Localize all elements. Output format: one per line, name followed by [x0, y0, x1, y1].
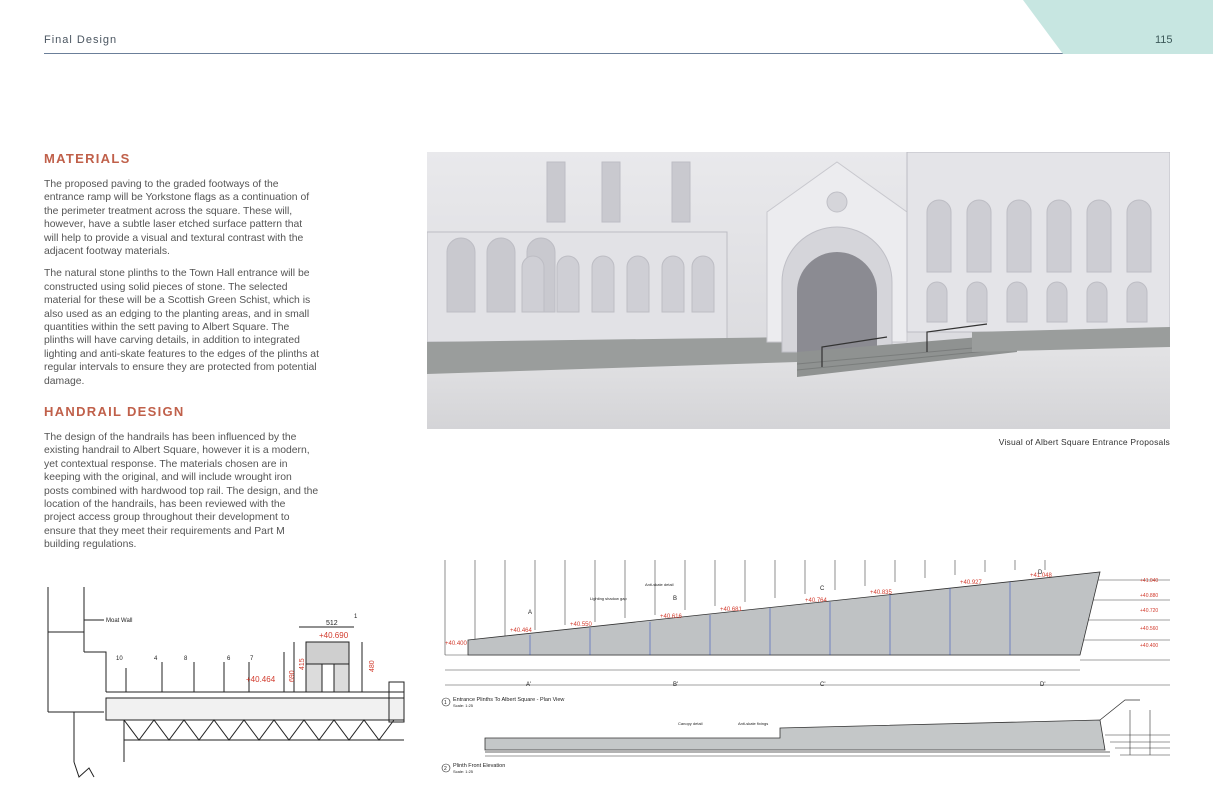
handrail-paragraph: The design of the handrails has been inf… [44, 432, 319, 551]
plan-number: 1 [444, 700, 447, 706]
callout-1: 1 [354, 614, 358, 620]
handrail-body: The design of the handrails has been inf… [44, 431, 319, 561]
visual-caption: Visual of Albert Square Entrance Proposa… [998, 437, 1170, 447]
section-mark-c: C [820, 586, 825, 592]
section-mark-d-prime: D' [1040, 682, 1045, 688]
callout-6: 6 [227, 656, 231, 662]
entrance-visual-image [427, 152, 1170, 429]
callout-10: 10 [116, 656, 123, 662]
level-4: +40.681 [720, 607, 743, 613]
level-0: +40.400 [445, 641, 468, 647]
level-7: +40.927 [960, 580, 983, 586]
level-right-0: +41.040 [1140, 578, 1158, 584]
note-canopy: Canopy detail [678, 721, 703, 726]
page-number-tab [1023, 0, 1213, 54]
level-right-2: +40.720 [1140, 608, 1158, 614]
dim-width: 512 [326, 620, 338, 627]
dim-690: 690 [289, 670, 296, 682]
section-mark-b: B [673, 596, 677, 602]
plan-scale: Scale: 1:25 [453, 703, 474, 708]
callout-4: 4 [154, 656, 158, 662]
section-mark-d: D [1038, 570, 1043, 576]
materials-paragraph-1: The proposed paving to the graded footwa… [44, 179, 310, 258]
plinth-plan-and-elevation: +40.400 +40.464 +40.550 +40.616 +40.681 … [441, 560, 1170, 774]
section-mark-b-prime: B' [673, 682, 678, 688]
front-scale: Scale: 1:25 [453, 769, 474, 774]
section-mark-a-prime: A' [526, 682, 531, 688]
materials-body: The proposed paving to the graded footwa… [44, 178, 319, 397]
level-right-3: +40.560 [1140, 626, 1158, 632]
level-pave: +40.464 [246, 675, 276, 684]
handrail-heading: HANDRAIL DESIGN [44, 404, 185, 419]
note-lighting-gap: Lighting shadow gap [590, 596, 627, 601]
page-number: 115 [1155, 34, 1173, 46]
dim-height: 480 [369, 660, 376, 672]
level-top: +40.690 [319, 631, 349, 640]
callout-8: 8 [184, 656, 188, 662]
dim-415: 415 [299, 658, 306, 670]
materials-paragraph-2: The natural stone plinths to the Town Ha… [44, 268, 319, 387]
note-anti-skate-fixings: Anti-skate fixings [738, 721, 768, 726]
callout-7: 7 [250, 656, 254, 662]
level-right-4: +40.400 [1140, 643, 1158, 649]
front-number: 2 [444, 766, 447, 772]
building-render [427, 152, 1170, 429]
level-3: +40.616 [660, 614, 683, 620]
moat-wall-label: Moat Wall [106, 618, 132, 624]
level-6: +40.835 [870, 590, 893, 596]
page-header-title: Final Design [44, 34, 118, 46]
level-2: +40.550 [570, 622, 593, 628]
materials-heading: MATERIALS [44, 151, 131, 166]
section-mark-a: A [528, 610, 532, 616]
level-right-1: +40.880 [1140, 593, 1158, 599]
header-divider [44, 53, 1064, 54]
section-mark-c-prime: C' [820, 682, 825, 688]
level-1: +40.464 [510, 628, 533, 634]
plinth-section-detail: Moat Wall 512 +40.690 +40.464 480 415 69… [47, 587, 405, 778]
level-5: +40.764 [805, 598, 828, 604]
note-anti-skate: Anti-skate detail [645, 582, 674, 587]
